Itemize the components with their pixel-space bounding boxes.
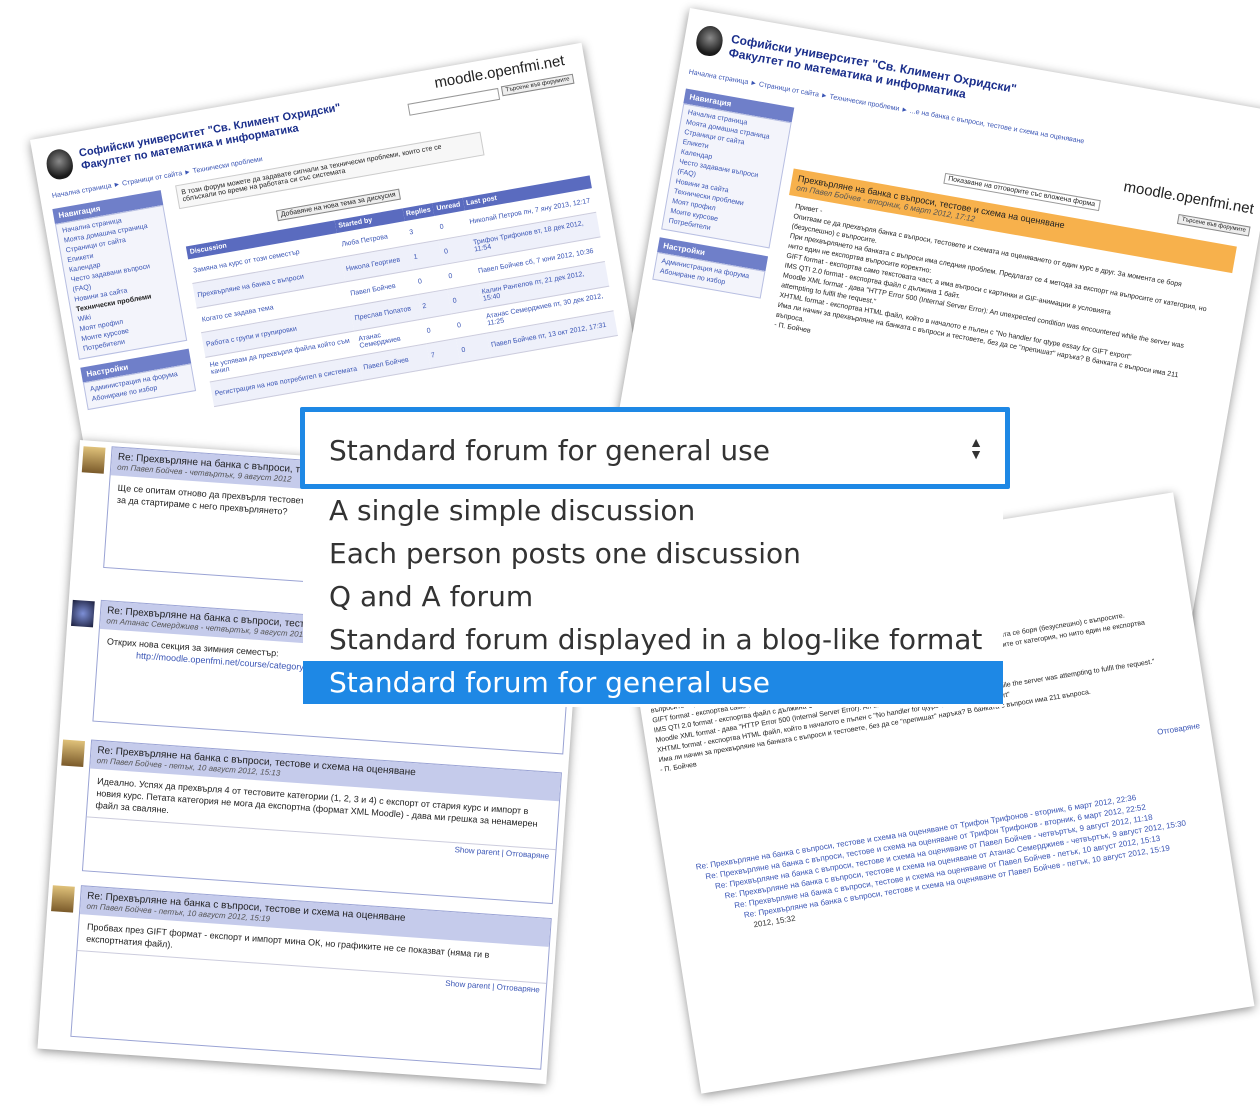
university-crest-icon bbox=[694, 23, 725, 58]
avatar bbox=[71, 599, 95, 628]
option-q-and-a-forum[interactable]: Q and A forum bbox=[303, 575, 1003, 618]
site-name: moodle.openfmi.net bbox=[1122, 178, 1256, 218]
option-standard-general-use[interactable]: Standard forum for general use bbox=[303, 661, 1003, 704]
reply-link[interactable]: Отговаряне bbox=[1156, 721, 1200, 737]
reply-post: Re: Прехвърляне на банка с въпроси, тест… bbox=[81, 739, 562, 905]
avatar bbox=[51, 885, 75, 913]
option-single-simple-discussion[interactable]: A single simple discussion bbox=[303, 489, 1003, 532]
select-current-value: Standard forum for general use bbox=[329, 434, 770, 467]
thread-list: Re: Прехвърляне на банка с въпроси, тест… bbox=[695, 780, 1221, 937]
search-forums-button[interactable]: Търсене във форумите bbox=[1176, 213, 1251, 237]
navigation-block: Навигация Начална страница Моята домашна … bbox=[652, 88, 795, 299]
discussion-table: Discussion Started by Replies Unread Last po… bbox=[185, 175, 618, 407]
university-crest-icon bbox=[44, 147, 76, 182]
navigation-block: Навигация Начална страница Моята домашна … bbox=[52, 190, 197, 411]
avatar bbox=[81, 446, 106, 474]
search-input[interactable] bbox=[407, 87, 501, 116]
navigation-items[interactable]: Начална страница Моята домашна страница Ст… bbox=[661, 103, 792, 249]
option-each-person-posts-one[interactable]: Each person posts one discussion bbox=[303, 532, 1003, 575]
reply-post: Re: Прехвърляне на банка с въпроси, тест… bbox=[70, 885, 552, 1070]
main-post: Прехвърляне на банка с въпроси, тестове … bbox=[764, 168, 1237, 413]
select-updown-icon: ▲ ▼ bbox=[969, 434, 983, 462]
avatar bbox=[61, 739, 86, 768]
university-name: Софийски университет "Св. Климент Охридс… bbox=[727, 31, 1018, 102]
navigation-items[interactable]: Начална страница Моята домашна страница Ст… bbox=[54, 204, 188, 360]
forum-type-options: A single simple discussion Each person p… bbox=[303, 489, 1003, 707]
option-blog-like-format[interactable]: Standard forum displayed in a blog-like … bbox=[303, 618, 1003, 661]
forum-type-select[interactable]: Standard forum for general use ▲ ▼ bbox=[300, 407, 1010, 489]
